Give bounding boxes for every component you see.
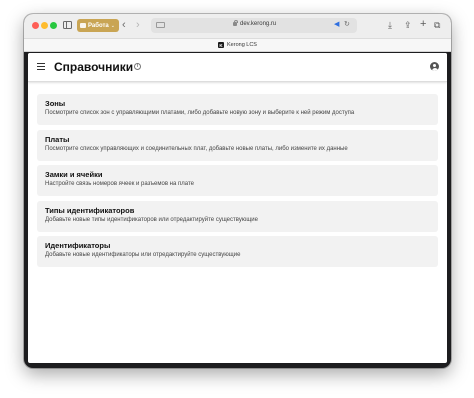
tab-strip[interactable]: K Kerong LCS (24, 39, 451, 52)
folder-icon (80, 23, 86, 28)
reload-icon[interactable]: ↻ (344, 20, 350, 28)
browser-window: Работа ⌄ ‹ › dev.kerong.ru ◀ ↻ ⤓ ⇪ + ⧉ K… (24, 14, 451, 368)
card-description: Посмотрите список зон с управляющими пла… (45, 110, 355, 116)
card-title: Типы идентификаторов (45, 205, 135, 215)
forward-button[interactable]: › (136, 18, 140, 32)
card-description: Посмотрите список управляющих и соединит… (45, 145, 348, 152)
menu-icon[interactable] (37, 63, 45, 71)
back-button[interactable]: ‹ (122, 18, 126, 32)
account-icon[interactable] (430, 62, 439, 71)
page-settings-icon[interactable] (156, 22, 165, 28)
tab-overview-icon[interactable]: ⧉ (434, 18, 440, 32)
card-description: Добавьте новые идентификаторы или отреда… (45, 252, 241, 258)
directory-card-identifier-types[interactable]: Типы идентификаторов Добавьте новые типы… (37, 200, 438, 232)
close-window-button[interactable] (32, 22, 39, 29)
sidebar-toggle-icon[interactable] (63, 21, 72, 29)
directory-card-locks-cells[interactable]: Замки и ячейки Настройте связь номеров я… (37, 165, 438, 196)
new-tab-icon[interactable]: + (420, 17, 426, 31)
info-icon[interactable]: i (134, 63, 141, 70)
address-bar[interactable]: dev.kerong.ru ◀ ↻ (151, 18, 357, 33)
card-title: Платы (45, 134, 70, 144)
chevron-down-icon: ⌄ (110, 22, 115, 29)
address-url: dev.kerong.ru (240, 21, 277, 27)
tab-title[interactable]: Kerong LCS (227, 42, 257, 48)
directory-list: Зоны Посмотрите список зон с управляющим… (37, 94, 438, 272)
tab-group-label: Работа (88, 22, 109, 29)
minimize-window-button[interactable] (41, 22, 48, 29)
directory-card-zones[interactable]: Зоны Посмотрите список зон с управляющим… (37, 94, 438, 125)
audio-playing-icon[interactable]: ◀ (334, 20, 339, 28)
page-title: Справочники (54, 60, 134, 74)
card-title: Зоны (45, 99, 66, 108)
tab-group-button[interactable]: Работа ⌄ (77, 19, 119, 32)
zoom-window-button[interactable] (50, 22, 57, 29)
directory-card-boards[interactable]: Платы Посмотрите список управляющих и со… (37, 129, 438, 161)
card-description: Добавьте новые типы идентификаторов или … (45, 216, 258, 223)
web-page: Справочники i Зоны Посмотрите список зон… (28, 53, 447, 363)
card-description: Настройте связь номеров ячеек и разъемов… (45, 181, 194, 187)
share-icon[interactable]: ⇪ (404, 18, 412, 32)
card-title: Замки и ячейки (45, 170, 103, 179)
card-title: Идентификаторы (45, 241, 111, 250)
directory-card-identifiers[interactable]: Идентификаторы Добавьте новые идентифика… (37, 236, 438, 267)
lock-icon (233, 19, 238, 26)
downloads-icon[interactable]: ⤓ (388, 18, 392, 32)
app-header: Справочники i (28, 53, 447, 82)
browser-toolbar: Работа ⌄ ‹ › dev.kerong.ru ◀ ↻ ⤓ ⇪ + ⧉ (24, 14, 451, 39)
kerong-favicon-icon: K (218, 42, 225, 48)
